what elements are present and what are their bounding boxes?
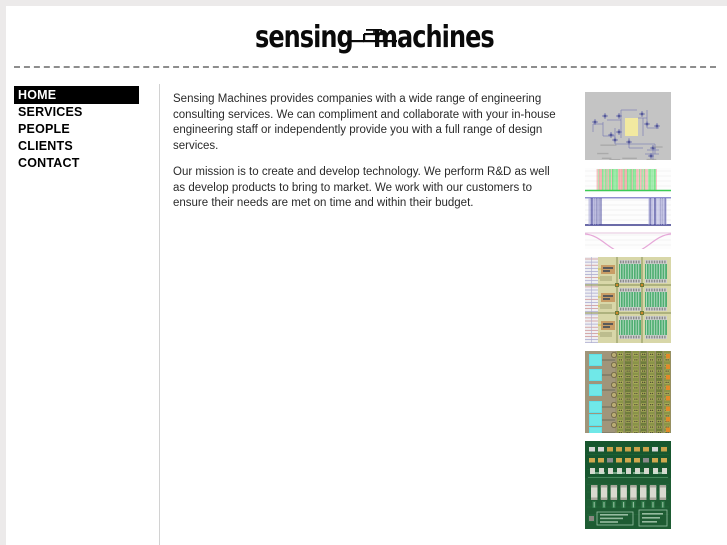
nav-item-people[interactable]: PEOPLE [14,121,158,138]
main-content: Sensing Machines provides companies with… [173,92,561,223]
thumbnail-ic-layout[interactable] [585,257,671,343]
main-navigation: HOME SERVICES PEOPLE CLIENTS CONTACT [14,86,158,172]
nav-item-services[interactable]: SERVICES [14,104,158,121]
thumbnail-circuit-schematic[interactable] [585,92,671,160]
thumbnail-gallery [585,92,671,537]
logo-text-sensing: sensing [255,20,354,55]
page-container: sensing machines HOME SERVICES PEOPLE CL… [6,6,727,545]
nav-item-contact[interactable]: CONTACT [14,155,158,172]
thumbnail-waveform-plots[interactable] [585,168,671,249]
site-header: sensing machines [6,6,727,68]
thumbnail-pcb-photo[interactable] [585,441,671,529]
content-divider [159,84,160,545]
logo-text-machines: machines [373,20,495,55]
intro-paragraph: Sensing Machines provides companies with… [173,93,556,152]
nav-item-clients[interactable]: CLIENTS [14,138,158,155]
thumbnail-die-photo[interactable] [585,351,671,433]
mission-paragraph: Our mission is to create and develop tec… [173,166,550,209]
header-divider [14,66,716,68]
site-logo: sensing machines [255,18,524,58]
nav-item-home[interactable]: HOME [14,86,139,104]
